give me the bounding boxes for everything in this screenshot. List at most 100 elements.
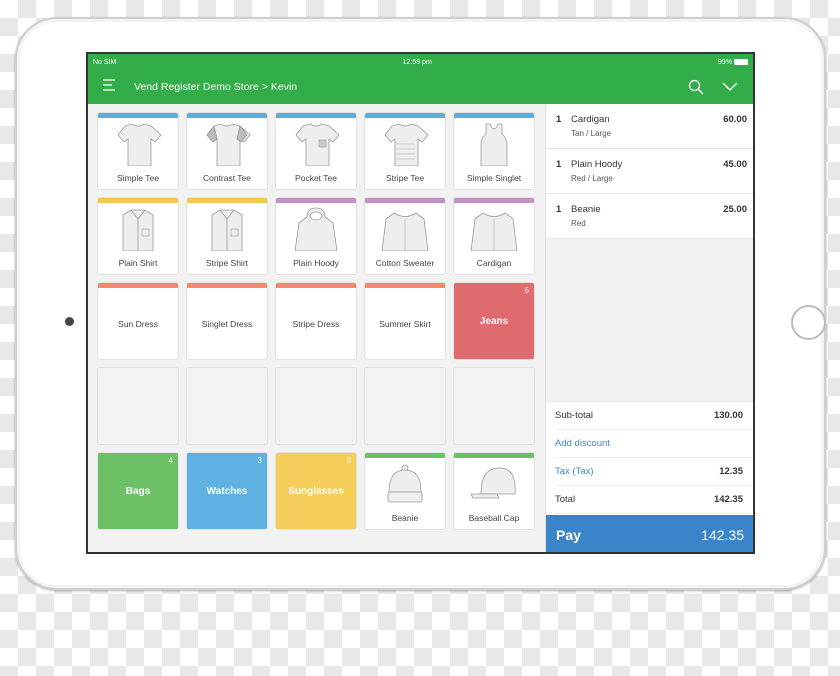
tile-label: Pocket Tee	[295, 173, 337, 183]
chevron-down-icon[interactable]	[721, 78, 739, 96]
cart-line-item[interactable]: 1 Beanie Red 25.00	[546, 194, 753, 239]
product-tile-sun-dress[interactable]: Sun Dress	[98, 283, 178, 359]
color-bar	[98, 113, 178, 118]
tile-label: Summer Skirt	[379, 319, 431, 329]
tile-label: Plain Shirt	[118, 258, 158, 268]
discount-row[interactable]: Add discount	[555, 430, 753, 458]
category-tile-watches[interactable]: 3 Watches	[187, 453, 267, 529]
status-bar: No SIM 12:59 pm 99%	[88, 54, 753, 70]
item-count-badge: 3	[346, 456, 351, 465]
tile-label: Stripe Shirt	[205, 258, 249, 268]
tile-label: Stripe Tee	[385, 173, 425, 183]
color-bar	[187, 283, 267, 288]
color-bar	[187, 113, 267, 118]
item-price: 45.00	[723, 159, 747, 170]
subtotal-label: Sub-total	[555, 410, 594, 421]
color-bar	[365, 453, 445, 458]
category-tile-sunglasses[interactable]: 3 Sunglasses	[276, 453, 356, 529]
product-tile-plain-hoody[interactable]: Plain Hoody	[276, 198, 356, 274]
tile-label: Plain Hoody	[293, 258, 339, 268]
product-tile-cotton-sweater[interactable]: Cotton Sweater	[365, 198, 445, 274]
item-name: Beanie	[571, 204, 601, 215]
tee-pocket-icon	[295, 123, 340, 166]
color-bar	[365, 113, 445, 118]
hoodie-icon	[294, 207, 338, 251]
empty-tile	[454, 368, 534, 444]
beanie-icon	[387, 464, 423, 503]
product-tile-cardigan[interactable]: Cardigan	[454, 198, 534, 274]
carrier: No SIM	[93, 58, 117, 66]
shirt-icon	[211, 209, 243, 251]
product-tile-contrast-tee[interactable]: Contrast Tee	[187, 113, 267, 189]
add-discount-link[interactable]: Add discount	[555, 438, 610, 449]
color-bar	[454, 453, 534, 458]
empty-tile	[187, 368, 267, 444]
subtotal-value: 130.00	[713, 410, 743, 421]
subtotal-row: Sub-total 130.00	[555, 402, 753, 430]
product-tile-plain-shirt[interactable]: Plain Shirt	[98, 198, 178, 274]
page-title: Vend Register Demo Store > Kevin	[134, 81, 298, 93]
tee-stripe-icon	[384, 123, 429, 166]
product-tile-stripe-dress[interactable]: Stripe Dress	[276, 283, 356, 359]
tile-label: Jeans	[479, 316, 509, 327]
color-bar	[454, 198, 534, 203]
cart-panel: 1 Cardigan Tan / Large 60.00 1 Plain Hoody Red…	[545, 104, 753, 552]
product-tile-pocket-tee[interactable]: Pocket Tee	[276, 113, 356, 189]
product-tile-simple-tee[interactable]: Simple Tee	[98, 113, 178, 189]
color-bar	[276, 283, 356, 288]
clock: 12:59 pm	[402, 58, 432, 66]
tile-label: Simple Singlet	[466, 173, 522, 183]
tile-label: Beanie	[391, 513, 419, 523]
product-grid: Simple Tee Contrast Tee Pocket Tee Stripe T…	[88, 104, 545, 552]
battery-text: 99%	[718, 58, 733, 66]
item-variant: Red	[571, 219, 586, 228]
cart-line-item[interactable]: 1 Plain Hoody Red / Large 45.00	[546, 149, 753, 194]
quantity: 1	[556, 204, 562, 215]
tile-label: Bags	[125, 486, 151, 497]
tax-value: 12.35	[719, 466, 743, 477]
product-tile-singlet-dress[interactable]: Singlet Dress	[187, 283, 267, 359]
sweater-icon	[470, 212, 518, 251]
pay-amount: 142.35	[701, 526, 744, 543]
search-icon[interactable]	[687, 78, 705, 96]
product-tile-beanie[interactable]: Beanie	[365, 453, 445, 529]
category-tile-bags[interactable]: 4 Bags	[98, 453, 178, 529]
product-tile-stripe-shirt[interactable]: Stripe Shirt	[187, 198, 267, 274]
home-button[interactable]	[791, 305, 826, 340]
quantity: 1	[556, 159, 562, 170]
shirt-icon	[122, 209, 154, 251]
tee-contrast-icon	[206, 123, 251, 166]
item-count-badge: 6	[524, 286, 529, 295]
pay-label: Pay	[556, 526, 581, 543]
total-row: Total 142.35	[555, 486, 753, 514]
item-count-badge: 3	[257, 456, 262, 465]
tile-label: Sunglasses	[288, 486, 344, 497]
category-tile-jeans[interactable]: 6 Jeans	[454, 283, 534, 359]
tile-label: Sun Dress	[118, 319, 158, 329]
item-price: 60.00	[723, 114, 747, 125]
cap-icon	[470, 467, 516, 499]
empty-tile	[365, 368, 445, 444]
cart-line-item[interactable]: 1 Cardigan Tan / Large 60.00	[546, 104, 753, 149]
item-name: Cardigan	[571, 114, 610, 125]
total-value: 142.35	[713, 494, 743, 505]
item-price: 25.00	[723, 204, 747, 215]
tax-link[interactable]: Tax (Tax)	[555, 466, 594, 477]
tee-icon	[117, 123, 162, 166]
item-variant: Red / Large	[571, 174, 613, 183]
battery: 99%	[718, 59, 748, 66]
menu-icon[interactable]	[102, 78, 116, 96]
product-tile-stripe-tee[interactable]: Stripe Tee	[365, 113, 445, 189]
product-tile-summer-skirt[interactable]: Summer Skirt	[365, 283, 445, 359]
top-nav: Vend Register Demo Store > Kevin	[88, 70, 753, 104]
screen: No SIM 12:59 pm 99% Vend Register Demo S…	[86, 52, 755, 554]
color-bar	[365, 283, 445, 288]
tile-label: Cardigan	[476, 258, 512, 268]
pay-button[interactable]: Pay 142.35	[546, 515, 753, 552]
color-bar	[98, 198, 178, 203]
product-tile-simple-singlet[interactable]: Simple Singlet	[454, 113, 534, 189]
tile-label: Cotton Sweater	[375, 258, 435, 268]
item-name: Plain Hoody	[571, 159, 623, 170]
item-variant: Tan / Large	[571, 129, 612, 138]
product-tile-baseball-cap[interactable]: Baseball Cap	[454, 453, 534, 529]
